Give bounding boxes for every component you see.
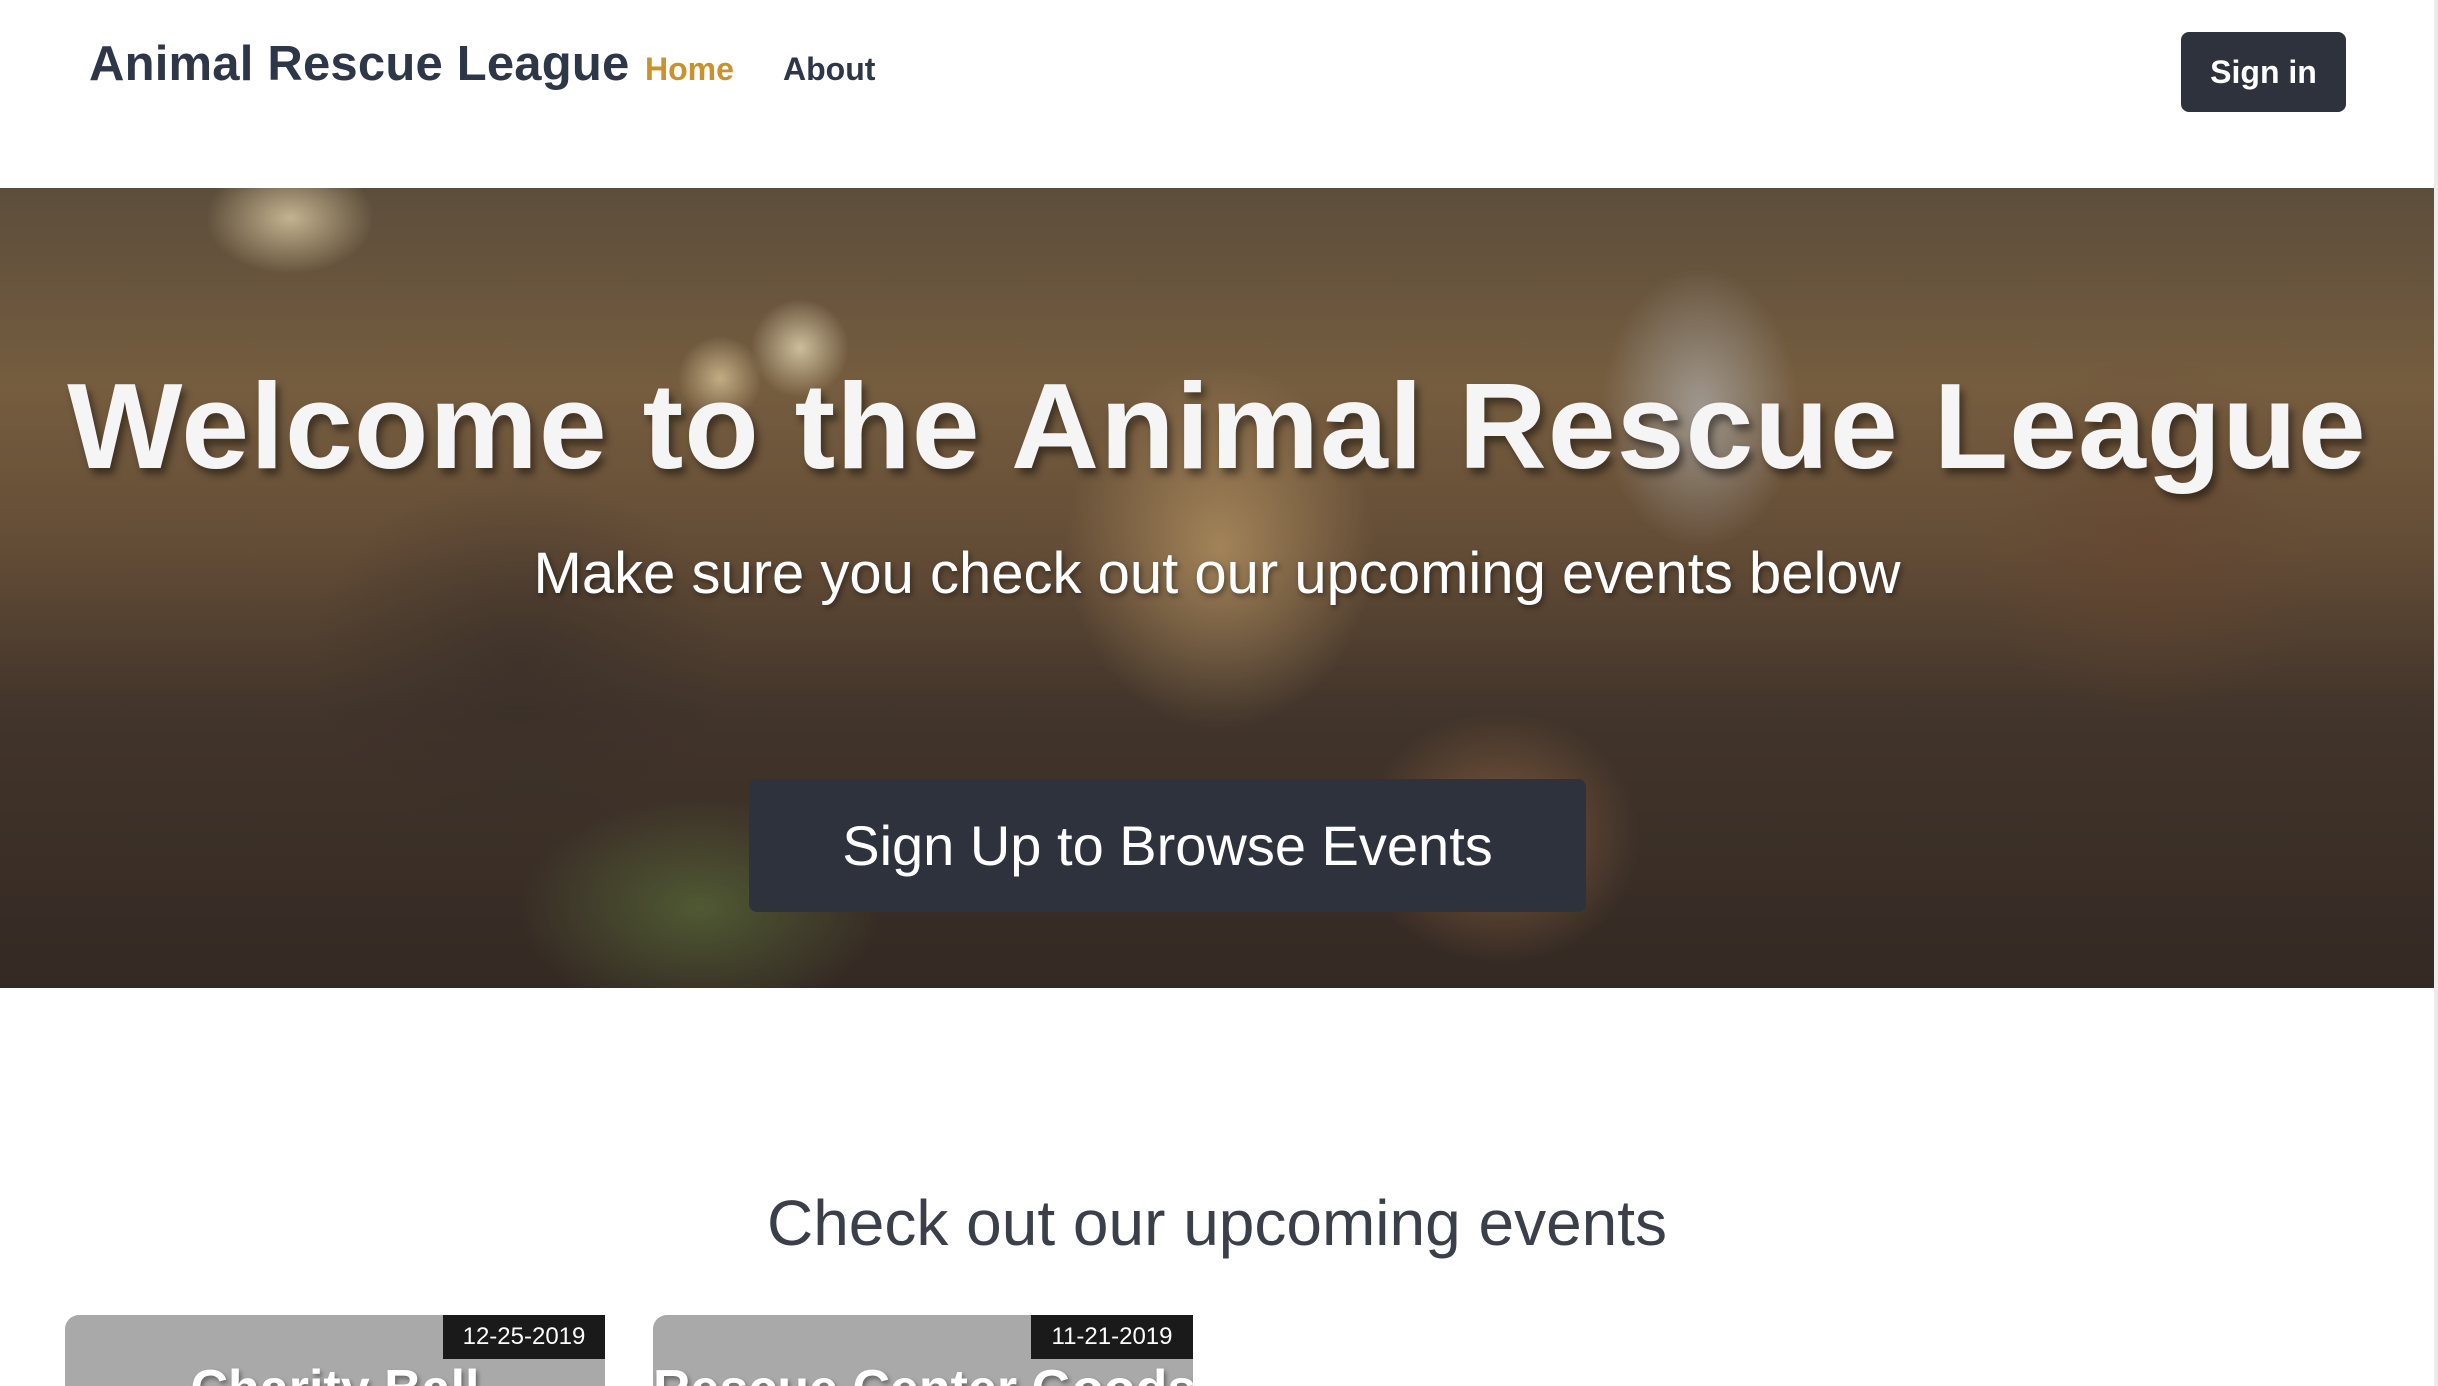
event-date-badge: 12-25-2019: [443, 1315, 605, 1359]
event-title: Charity Ball: [65, 1359, 605, 1386]
top-navbar: Animal Rescue League Home About Sign in: [0, 0, 2438, 188]
sign-up-browse-events-button[interactable]: Sign Up to Browse Events: [749, 779, 1586, 912]
hero-title: Welcome to the Animal Rescue League: [67, 358, 2367, 494]
brand-logo-link[interactable]: Animal Rescue League: [89, 36, 629, 92]
event-card[interactable]: 12-25-2019 Charity Ball: [65, 1315, 605, 1386]
hero-banner: Welcome to the Animal Rescue League Make…: [0, 188, 2434, 988]
event-date-badge: 11-21-2019: [1031, 1315, 1193, 1359]
page: Animal Rescue League Home About Sign in …: [0, 0, 2438, 1386]
nav-home-link[interactable]: Home: [645, 51, 734, 88]
nav-about-link[interactable]: About: [783, 51, 875, 88]
window-scrollbar[interactable]: [2434, 0, 2438, 1386]
event-card[interactable]: 11-21-2019 Rescue Center Goods: [653, 1315, 1193, 1386]
event-title: Rescue Center Goods: [653, 1359, 1193, 1386]
sign-in-button[interactable]: Sign in: [2181, 32, 2346, 112]
events-section-heading: Check out our upcoming events: [766, 1187, 1668, 1259]
hero-subtitle: Make sure you check out our upcoming eve…: [533, 541, 1901, 606]
